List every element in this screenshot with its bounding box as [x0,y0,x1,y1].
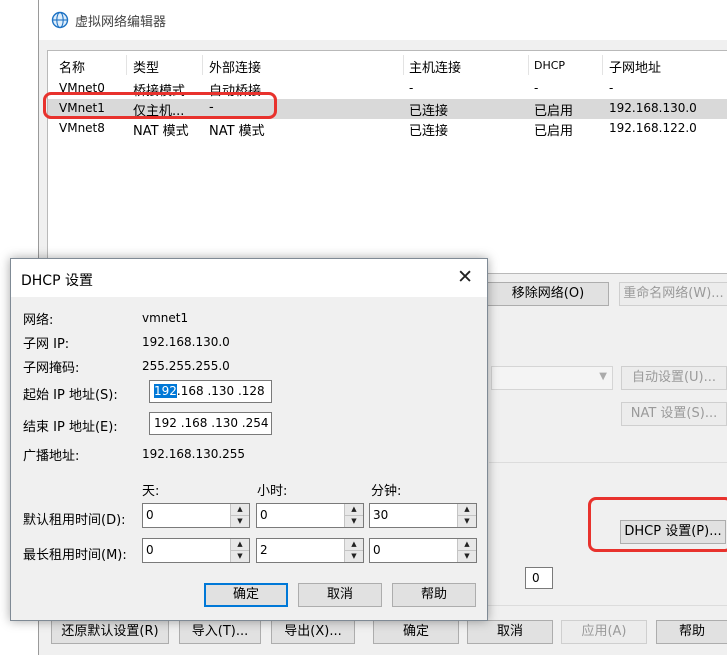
max-lease-minutes-stepper[interactable]: 0 ▲ ▼ [369,538,477,563]
minutes-label: 分钟: [371,484,402,499]
broadcast-value: 192.168.130.255 [142,447,246,461]
column-header-subnet[interactable]: 子网地址 [609,57,661,76]
dhcp-settings-dialog: DHCP 设置 ✕ 网络: vmnet1 子网 IP: 192.168.130.… [10,258,488,621]
cell-host: - [409,81,414,95]
network-globe-icon [51,11,69,29]
cell-subnet: 192.168.130.0 [609,101,697,115]
stepper-value: 2 [260,543,268,557]
default-lease-label: 默认租用时间(D): [23,513,126,528]
bridge-adapter-combo[interactable]: ▼ [491,366,613,390]
window-title: 虚拟网络编辑器 [75,15,167,30]
spin-down-icon[interactable]: ▼ [458,516,476,527]
spin-down-icon[interactable]: ▼ [231,551,249,562]
dialog-cancel-button[interactable]: 取消 [298,583,382,607]
start-ip-remaining: .168 .130 .128 [176,384,265,398]
network-table[interactable]: 名称 类型 外部连接 主机连接 DHCP 子网地址 VMnet0 桥接模式 自动… [47,50,727,274]
cell-dhcp: - [534,81,539,95]
cell-name: VMnet8 [59,121,105,135]
dialog-ok-button[interactable]: 确定 [204,583,288,607]
stepper-value: 0 [373,543,381,557]
hours-label: 小时: [257,484,288,499]
close-icon[interactable]: ✕ [457,266,473,288]
cell-subnet: 192.168.122.0 [609,121,697,135]
spin-down-icon[interactable]: ▼ [458,551,476,562]
cell-external: NAT 模式 [209,124,265,139]
apply-button[interactable]: 应用(A) [561,620,647,644]
export-button[interactable]: 导出(X)... [271,620,355,644]
remove-network-button[interactable]: 移除网络(O) [487,282,609,306]
column-header-name[interactable]: 名称 [59,57,85,76]
chevron-down-icon: ▼ [599,371,607,382]
spin-up-icon[interactable]: ▲ [231,539,249,551]
default-lease-days-stepper[interactable]: 0 ▲ ▼ [142,503,250,528]
spin-up-icon[interactable]: ▲ [458,539,476,551]
column-divider[interactable] [602,55,603,75]
column-header-dhcp[interactable]: DHCP [534,59,565,72]
nat-settings-button[interactable]: NAT 设置(S)... [621,402,727,426]
annotation-highlight-vmnet1 [43,92,277,119]
cell-host: 已连接 [409,104,449,119]
help-button[interactable]: 帮助 [656,620,727,644]
cell-subnet: - [609,81,614,95]
import-button[interactable]: 导入(T)... [179,620,261,644]
default-lease-minutes-stepper[interactable]: 30 ▲ ▼ [369,503,477,528]
network-value: vmnet1 [142,311,189,325]
divider [489,462,727,463]
spin-up-icon[interactable]: ▲ [345,504,363,516]
dialog-title-bar: DHCP 设置 ✕ [11,259,487,297]
column-divider[interactable] [126,55,127,75]
days-label: 天: [142,484,160,499]
start-ip-selected-octet: 192 [154,384,177,398]
stepper-value: 30 [373,508,389,522]
spin-up-icon[interactable]: ▲ [231,504,249,516]
column-header-type[interactable]: 类型 [133,57,159,76]
ok-button[interactable]: 确定 [373,620,459,644]
network-label: 网络: [23,313,54,328]
subnet-ip-value: 192.168.130.0 [142,335,230,349]
stepper-value: 0 [260,508,268,522]
spin-up-icon[interactable]: ▲ [345,539,363,551]
default-lease-hours-stepper[interactable]: 0 ▲ ▼ [256,503,364,528]
stepper-value: 0 [146,508,154,522]
subnet-ip-label: 子网 IP: [23,337,70,352]
subnet-mask-value: 255.255.255.0 [142,359,230,373]
subnet-mask-label: 子网掩码: [23,361,80,376]
cancel-button[interactable]: 取消 [467,620,553,644]
cell-dhcp: 已启用 [534,124,574,139]
table-row[interactable]: VMnet8 NAT 模式 NAT 模式 已连接 已启用 192.168.122… [48,119,727,139]
column-divider[interactable] [403,55,404,75]
spin-down-icon[interactable]: ▼ [345,516,363,527]
max-lease-days-stepper[interactable]: 0 ▲ ▼ [142,538,250,563]
dialog-title: DHCP 设置 [21,273,93,289]
cell-host: 已连接 [409,124,449,139]
spin-up-icon[interactable]: ▲ [458,504,476,516]
start-ip-input[interactable]: 192.168 .130 .128 [149,380,272,403]
annotation-highlight-dhcp-button [588,497,727,552]
spin-down-icon[interactable]: ▼ [231,516,249,527]
rename-network-button[interactable]: 重命名网络(W)... [619,282,727,306]
cell-dhcp: 已启用 [534,104,574,119]
end-ip-label: 结束 IP 地址(E): [23,420,118,435]
end-ip-input[interactable]: 192 .168 .130 .254 [149,412,272,435]
column-divider[interactable] [528,55,529,75]
max-lease-label: 最长租用时间(M): [23,548,127,563]
dialog-help-button[interactable]: 帮助 [392,583,476,607]
stepper-value: 0 [146,543,154,557]
column-header-external[interactable]: 外部连接 [209,57,261,76]
title-bar: 虚拟网络编辑器 [39,0,727,40]
start-ip-label: 起始 IP 地址(S): [23,388,118,403]
subnet-field[interactable]: 0 [525,567,553,589]
cell-type: NAT 模式 [133,124,189,139]
max-lease-hours-stepper[interactable]: 2 ▲ ▼ [256,538,364,563]
column-divider[interactable] [202,55,203,75]
broadcast-label: 广播地址: [23,449,80,464]
spin-down-icon[interactable]: ▼ [345,551,363,562]
restore-defaults-button[interactable]: 还原默认设置(R) [51,620,169,644]
auto-settings-button[interactable]: 自动设置(U)... [621,366,727,390]
column-header-host[interactable]: 主机连接 [409,57,461,76]
